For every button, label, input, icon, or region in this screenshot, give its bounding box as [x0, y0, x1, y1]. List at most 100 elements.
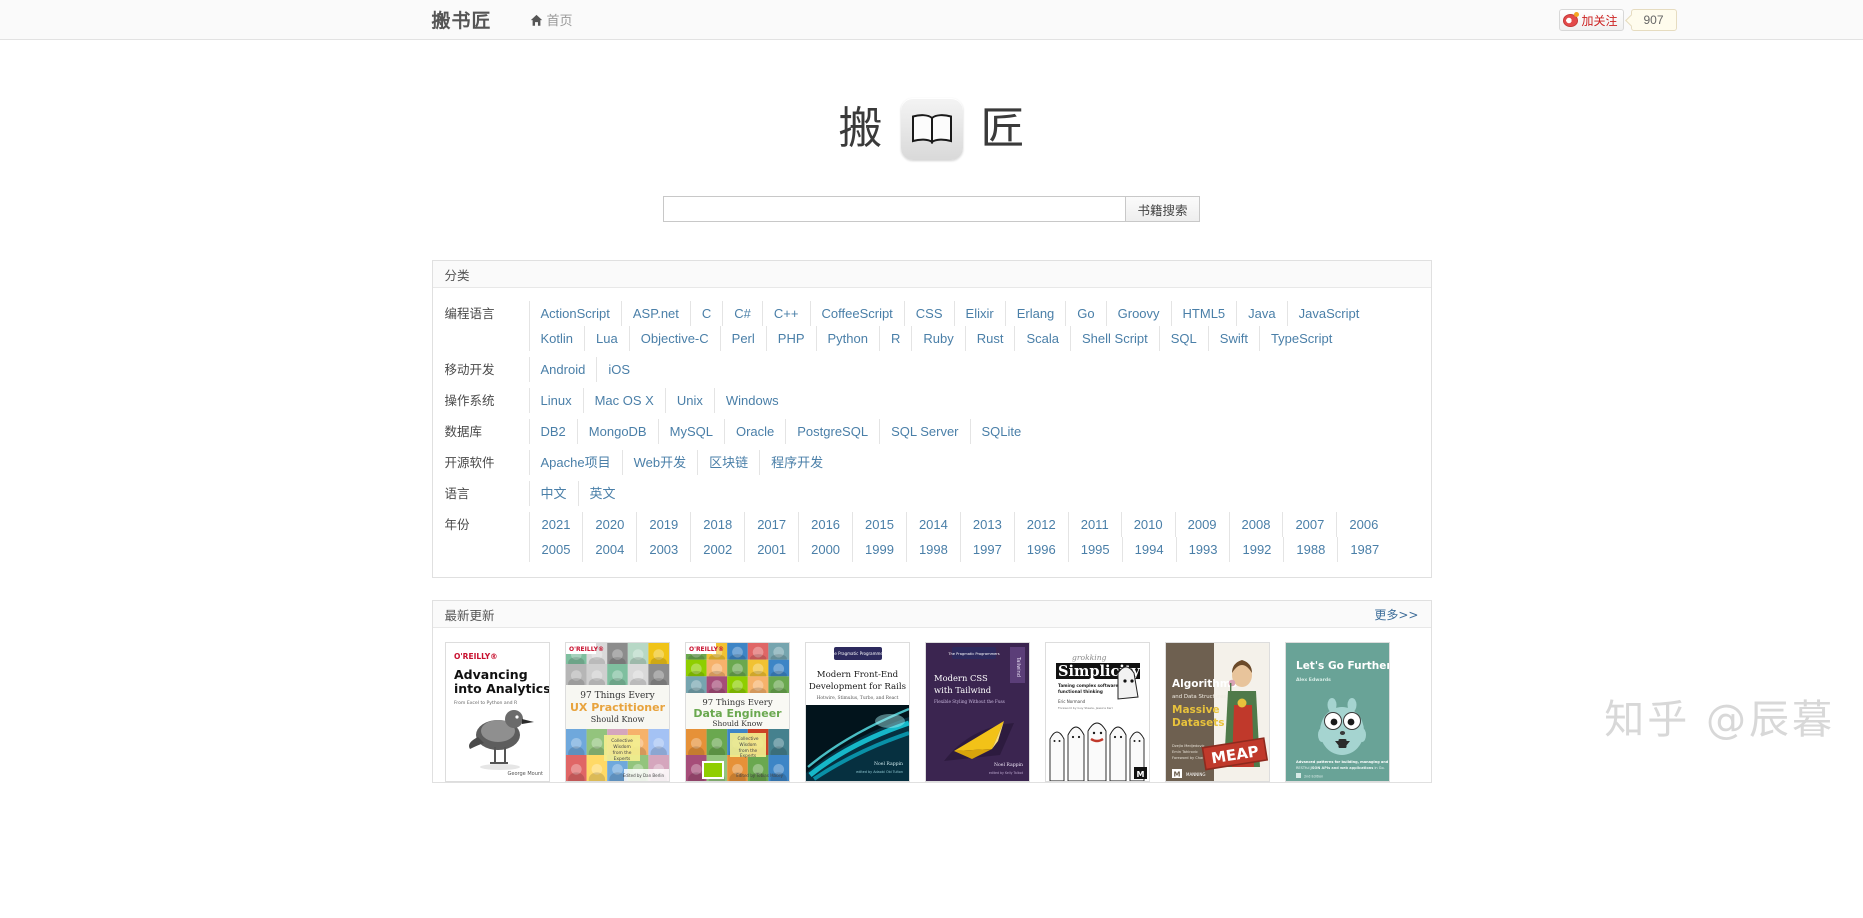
category-link[interactable]: 2014: [906, 512, 960, 537]
category-link[interactable]: TypeScript: [1259, 326, 1343, 351]
category-link[interactable]: HTML5: [1171, 301, 1237, 326]
book-cover-image[interactable]: The Pragmatic Programmers Tailwind Moder…: [925, 642, 1030, 782]
book-item[interactable]: Let's Go Further! Alex Edwards Adv: [1285, 642, 1390, 782]
category-link[interactable]: Elixir: [954, 301, 1005, 326]
category-link[interactable]: PHP: [766, 326, 816, 351]
category-link[interactable]: Perl: [720, 326, 766, 351]
category-link[interactable]: 2002: [690, 537, 744, 562]
book-cover-image[interactable]: Let's Go Further! Alex Edwards Adv: [1285, 642, 1390, 782]
book-item[interactable]: O'REILLY® Advancing into Analytics From …: [445, 642, 550, 782]
category-link[interactable]: 2006: [1336, 512, 1390, 537]
category-link[interactable]: 2008: [1229, 512, 1283, 537]
category-link[interactable]: MySQL: [658, 419, 724, 444]
category-link[interactable]: 2017: [744, 512, 798, 537]
category-link[interactable]: Mac OS X: [583, 388, 665, 413]
category-link[interactable]: 1997: [960, 537, 1014, 562]
book-item[interactable]: The Pragmatic Programmers Tailwind Moder…: [925, 642, 1030, 782]
book-item[interactable]: The Pragmatic Programmers Modern Front-E…: [805, 642, 910, 782]
category-link[interactable]: R: [879, 326, 911, 351]
search-button[interactable]: 书籍搜索: [1125, 196, 1199, 222]
category-link[interactable]: 2011: [1068, 512, 1121, 537]
book-cover-image[interactable]: Algorithms and Data Structures for Massi…: [1165, 642, 1270, 782]
book-cover-image[interactable]: The Pragmatic Programmers Modern Front-E…: [805, 642, 910, 782]
category-link[interactable]: Ruby: [911, 326, 964, 351]
category-link[interactable]: 1994: [1122, 537, 1176, 562]
category-link[interactable]: 2003: [636, 537, 690, 562]
category-link[interactable]: 2018: [690, 512, 744, 537]
category-link[interactable]: Apache项目: [529, 450, 622, 475]
book-cover-image[interactable]: O'REILLY® 97 Things Every UX Practitione…: [565, 642, 670, 782]
book-item[interactable]: O'REILLY® 97 Things Every Data Engineer …: [685, 642, 790, 782]
category-link[interactable]: 2000: [798, 537, 852, 562]
category-link[interactable]: Web开发: [622, 450, 698, 475]
site-brand-logo[interactable]: 搬书匠: [432, 6, 492, 33]
category-link[interactable]: Groovy: [1106, 301, 1171, 326]
search-input[interactable]: [663, 196, 1125, 222]
category-link[interactable]: PostgreSQL: [785, 419, 879, 444]
book-cover-image[interactable]: grokking Simplicity Taming complex softw…: [1045, 642, 1150, 782]
category-link[interactable]: 1987: [1337, 537, 1391, 562]
category-link[interactable]: Linux: [529, 388, 583, 413]
category-link[interactable]: 2004: [582, 537, 636, 562]
category-link[interactable]: ASP.net: [621, 301, 690, 326]
category-link[interactable]: Java: [1236, 301, 1286, 326]
book-item[interactable]: O'REILLY® 97 Things Every UX Practitione…: [565, 642, 670, 782]
category-link[interactable]: 2021: [529, 512, 583, 537]
category-link[interactable]: 1993: [1176, 537, 1230, 562]
category-link[interactable]: Windows: [714, 388, 790, 413]
category-link[interactable]: C: [690, 301, 722, 326]
category-link[interactable]: ActionScript: [529, 301, 621, 326]
category-link[interactable]: Objective-C: [629, 326, 720, 351]
category-link[interactable]: Unix: [665, 388, 714, 413]
category-link[interactable]: 1995: [1068, 537, 1122, 562]
category-link[interactable]: 1996: [1014, 537, 1068, 562]
category-link[interactable]: Python: [816, 326, 879, 351]
category-link[interactable]: 2013: [960, 512, 1014, 537]
category-link[interactable]: 2005: [529, 537, 583, 562]
category-link[interactable]: MongoDB: [577, 419, 658, 444]
category-link[interactable]: 2007: [1282, 512, 1336, 537]
category-link[interactable]: DB2: [529, 419, 577, 444]
category-link[interactable]: 2009: [1175, 512, 1229, 537]
category-link[interactable]: 区块链: [697, 450, 759, 475]
category-link[interactable]: 英文: [578, 481, 627, 506]
category-link[interactable]: 2020: [582, 512, 636, 537]
category-link[interactable]: SQL Server: [879, 419, 969, 444]
category-link[interactable]: Scala: [1014, 326, 1070, 351]
category-link[interactable]: 1999: [852, 537, 906, 562]
category-link[interactable]: CoffeeScript: [810, 301, 904, 326]
category-link[interactable]: 2010: [1121, 512, 1175, 537]
category-link[interactable]: Go: [1065, 301, 1105, 326]
category-link[interactable]: Kotlin: [529, 326, 585, 351]
category-link[interactable]: 1988: [1283, 537, 1337, 562]
category-link[interactable]: C++: [762, 301, 810, 326]
category-link[interactable]: 2001: [744, 537, 798, 562]
category-link[interactable]: Rust: [965, 326, 1015, 351]
category-link[interactable]: 程序开发: [759, 450, 834, 475]
category-link[interactable]: Android: [529, 357, 597, 382]
category-link[interactable]: Erlang: [1005, 301, 1066, 326]
category-link[interactable]: Shell Script: [1070, 326, 1159, 351]
category-link[interactable]: 2016: [798, 512, 852, 537]
category-link[interactable]: 中文: [529, 481, 578, 506]
nav-item-home[interactable]: 首页: [530, 10, 573, 29]
category-link[interactable]: CSS: [904, 301, 954, 326]
category-link[interactable]: SQL: [1159, 326, 1208, 351]
category-link[interactable]: 2012: [1014, 512, 1068, 537]
category-link[interactable]: 1992: [1229, 537, 1283, 562]
category-link[interactable]: iOS: [596, 357, 641, 382]
category-link[interactable]: Lua: [584, 326, 629, 351]
site-logo[interactable]: 搬 匠: [0, 98, 1863, 160]
category-link[interactable]: Oracle: [724, 419, 785, 444]
category-link[interactable]: 2019: [636, 512, 690, 537]
category-link[interactable]: C#: [722, 301, 762, 326]
category-link[interactable]: 1998: [906, 537, 960, 562]
book-item[interactable]: Algorithms and Data Structures for Massi…: [1165, 642, 1270, 782]
more-link[interactable]: 更多>>: [1374, 606, 1418, 623]
category-link[interactable]: SQLite: [970, 419, 1033, 444]
category-link[interactable]: Swift: [1208, 326, 1259, 351]
category-link[interactable]: 2015: [852, 512, 906, 537]
category-link[interactable]: JavaScript: [1287, 301, 1371, 326]
book-item[interactable]: grokking Simplicity Taming complex softw…: [1045, 642, 1150, 782]
book-cover-image[interactable]: O'REILLY® Advancing into Analytics From …: [445, 642, 550, 782]
